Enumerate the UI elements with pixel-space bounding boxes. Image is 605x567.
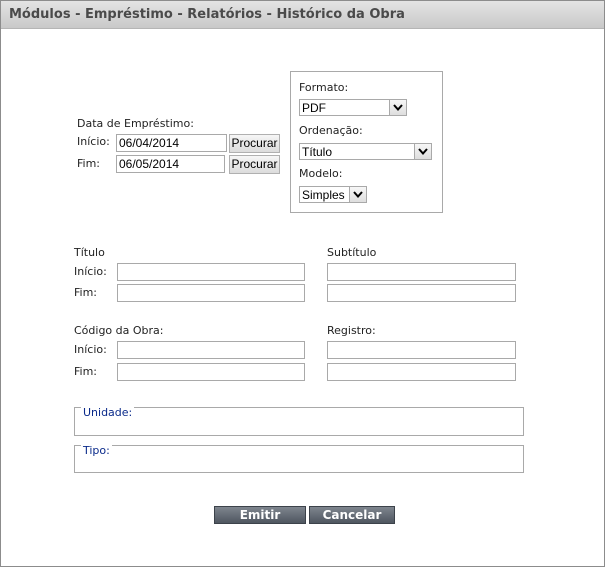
work-code-start-label: Início: (74, 343, 107, 356)
title-start-input[interactable] (117, 263, 305, 281)
loan-start-label: Início: (77, 135, 110, 148)
order-select[interactable]: Título (299, 143, 432, 160)
model-select[interactable]: Simples (299, 186, 367, 203)
work-code-end-input[interactable] (117, 363, 305, 381)
unit-group[interactable]: Unidade: (74, 406, 524, 436)
window-title: Módulos - Empréstimo - Relatórios - Hist… (9, 7, 405, 22)
model-select-value: Simples (302, 188, 345, 202)
loan-date-label: Data de Empréstimo: (77, 117, 194, 130)
record-start-input[interactable] (327, 341, 516, 359)
loan-end-search-button[interactable]: Procurar (229, 155, 280, 174)
title-end-label: Fim: (74, 286, 98, 299)
chevron-down-icon (414, 144, 431, 159)
loan-start-search-button[interactable]: Procurar (229, 134, 280, 153)
record-end-input[interactable] (327, 363, 516, 381)
record-filter-label: Registro: (327, 324, 376, 337)
subtitle-filter-label: Subtítulo (327, 246, 377, 259)
order-label: Ordenação: (299, 124, 363, 137)
loan-end-date-input[interactable]: 06/05/2014 (116, 155, 225, 173)
model-label: Modelo: (299, 167, 343, 180)
order-select-value: Título (302, 145, 333, 159)
work-code-filter-label: Código da Obra: (74, 324, 164, 337)
window-titlebar: Módulos - Empréstimo - Relatórios - Hist… (1, 1, 604, 29)
work-code-start-input[interactable] (117, 341, 305, 359)
cancel-button[interactable]: Cancelar (309, 506, 395, 524)
title-start-label: Início: (74, 265, 107, 278)
work-code-end-label: Fim: (74, 365, 98, 378)
title-filter-label: Título (74, 246, 105, 259)
format-select[interactable]: PDF (299, 99, 407, 116)
format-select-value: PDF (302, 101, 326, 115)
format-label: Formato: (299, 81, 349, 94)
title-end-input[interactable] (117, 284, 305, 302)
report-window: Módulos - Empréstimo - Relatórios - Hist… (0, 0, 605, 567)
type-group[interactable]: Tipo: (74, 444, 524, 473)
subtitle-end-input[interactable] (327, 284, 516, 302)
chevron-down-icon (349, 187, 366, 202)
unit-group-legend: Unidade: (81, 406, 135, 419)
subtitle-start-input[interactable] (327, 263, 516, 281)
emit-button[interactable]: Emitir (214, 506, 306, 524)
loan-start-date-input[interactable]: 06/04/2014 (116, 134, 227, 152)
loan-end-label: Fim: (77, 157, 101, 170)
chevron-down-icon (389, 100, 406, 115)
type-group-legend: Tipo: (81, 444, 112, 457)
